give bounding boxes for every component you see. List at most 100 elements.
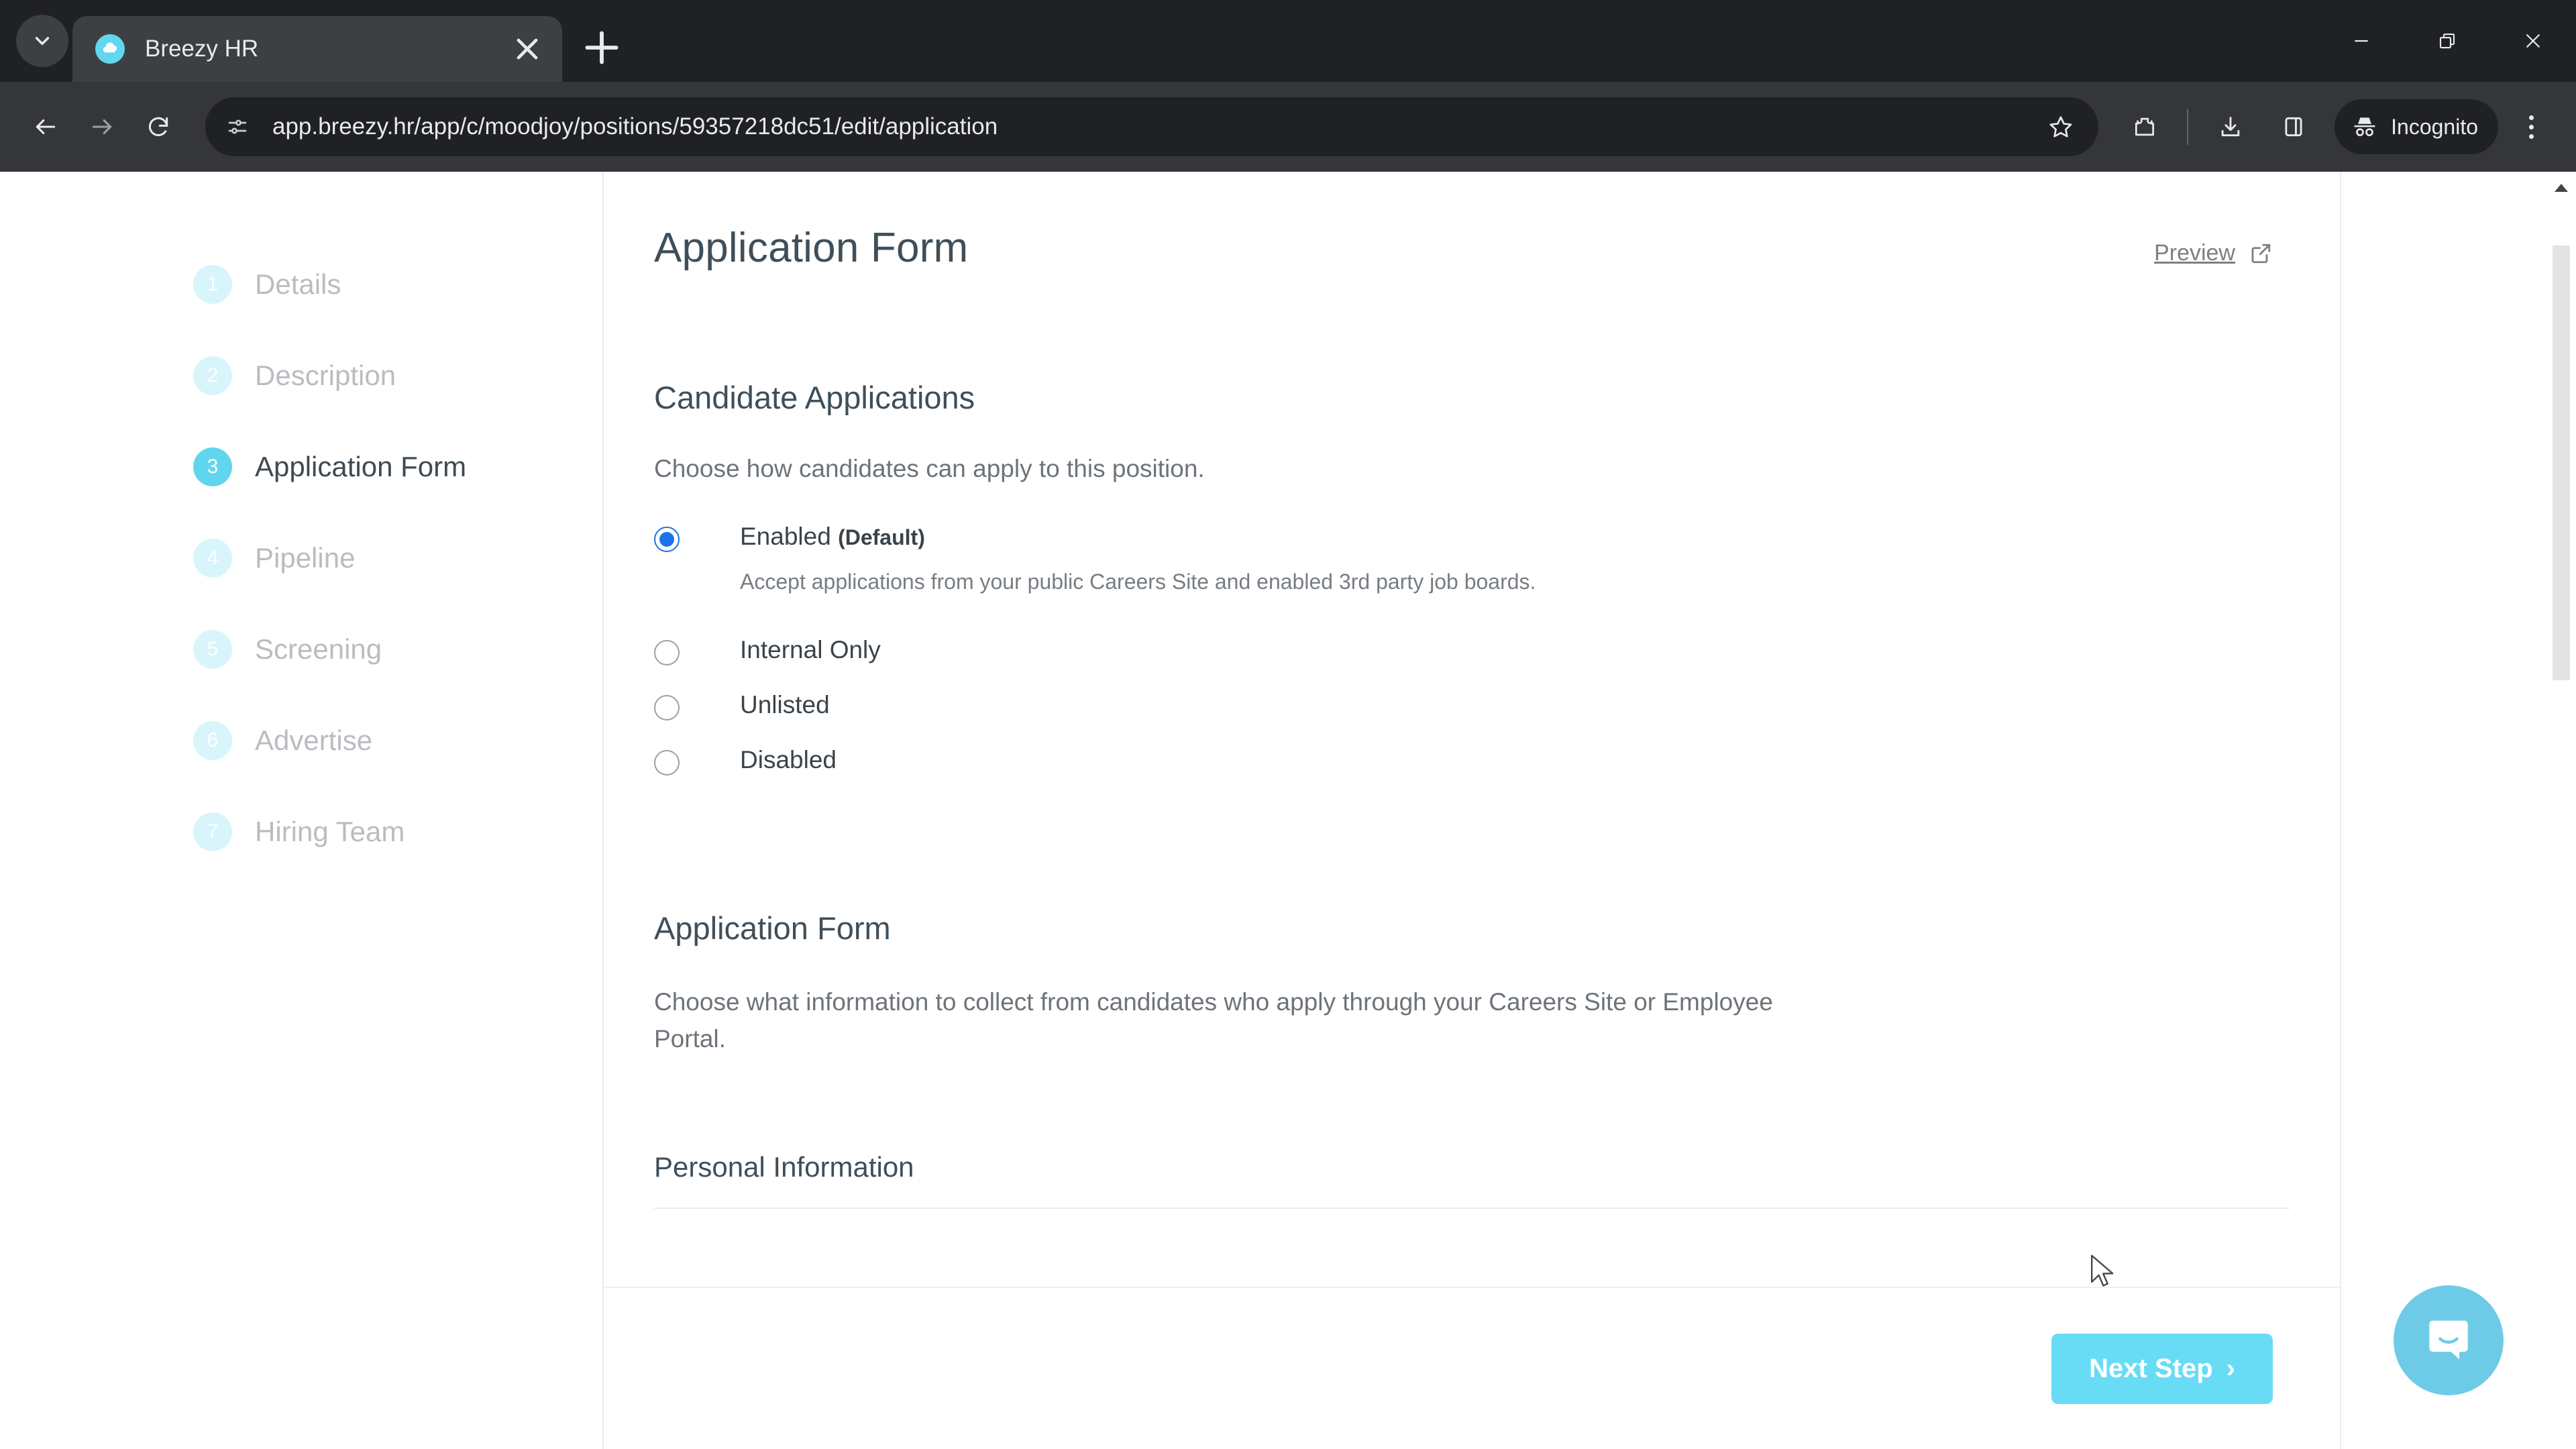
incognito-indicator[interactable]: Incognito xyxy=(2334,99,2498,154)
radio-option-enabled[interactable]: Enabled (Default) Accept applications fr… xyxy=(654,523,2290,594)
radio-indicator[interactable] xyxy=(654,526,680,552)
url-text: app.breezy.hr/app/c/moodjoy/positions/59… xyxy=(272,113,998,140)
preview-label: Preview xyxy=(2154,240,2235,266)
content-inner: Application Form Preview Candidate Appli… xyxy=(604,172,2340,1210)
sidebar-item-label: Description xyxy=(255,360,396,391)
subsection-divider xyxy=(654,1208,2290,1210)
scrollbar-up-arrow[interactable] xyxy=(2546,176,2576,200)
step-number: 3 xyxy=(193,447,232,486)
radio-option-internal-only[interactable]: Internal Only xyxy=(654,636,2290,665)
scrollbar-thumb[interactable] xyxy=(2553,246,2570,680)
page-viewport: 1 Details 2 Description 3 Application Fo… xyxy=(0,172,2576,1449)
sidebar-item-application-form[interactable]: 3 Application Form xyxy=(0,421,602,513)
step-number: 6 xyxy=(193,721,232,760)
radio-body: Unlisted xyxy=(740,691,830,719)
restore-icon xyxy=(2439,33,2455,49)
chevron-right-icon: › xyxy=(2226,1353,2235,1383)
sidebar-item-screening[interactable]: 5 Screening xyxy=(0,604,602,695)
sidebar-item-pipeline[interactable]: 4 Pipeline xyxy=(0,513,602,604)
caret-up-icon xyxy=(2555,184,2568,192)
tab-close-icon[interactable] xyxy=(510,32,545,66)
application-visibility-radio-group: Enabled (Default) Accept applications fr… xyxy=(654,523,2290,775)
step-number: 4 xyxy=(193,539,232,578)
close-window-button[interactable] xyxy=(2490,0,2576,82)
wizard-footer: Next Step › xyxy=(604,1287,2340,1449)
radio-option-disabled[interactable]: Disabled xyxy=(654,746,2290,775)
site-settings-icon xyxy=(228,119,247,134)
bookmark-button[interactable] xyxy=(2035,101,2086,152)
back-button[interactable] xyxy=(17,99,74,155)
toolbar-divider xyxy=(2187,109,2189,145)
site-settings-button[interactable] xyxy=(213,103,262,151)
sidebar-item-label: Hiring Team xyxy=(255,816,405,847)
next-step-label: Next Step xyxy=(2089,1353,2213,1383)
application-form-section: Application Form Choose what information… xyxy=(604,910,2340,1184)
radio-indicator[interactable] xyxy=(654,749,680,775)
radio-default-badge: (Default) xyxy=(838,525,925,549)
downloads-button[interactable] xyxy=(2204,101,2257,153)
radio-label: Unlisted xyxy=(740,690,830,718)
radio-indicator[interactable] xyxy=(654,639,680,665)
three-dots-menu-icon xyxy=(2528,115,2534,120)
arrow-left-icon xyxy=(36,119,56,135)
candidate-applications-section: Candidate Applications Choose how candid… xyxy=(604,379,2340,775)
breezy-cloud-icon xyxy=(95,34,125,64)
radio-body: Internal Only xyxy=(740,636,881,664)
intercom-chat-icon xyxy=(2429,1320,2468,1360)
forward-button[interactable] xyxy=(74,99,130,155)
arrow-right-icon xyxy=(92,119,112,135)
radio-label: Enabled (Default) xyxy=(740,523,1536,551)
radio-label: Disabled xyxy=(740,745,837,773)
browser-toolbar: app.breezy.hr/app/c/moodjoy/positions/59… xyxy=(0,82,2576,172)
step-number: 7 xyxy=(193,812,232,851)
external-link-icon xyxy=(2251,244,2271,263)
browser-menu-button[interactable] xyxy=(2506,99,2556,154)
reload-button[interactable] xyxy=(130,99,186,155)
minimize-button[interactable] xyxy=(2318,0,2404,82)
tab-search-button[interactable] xyxy=(16,15,68,67)
step-number: 1 xyxy=(193,265,232,304)
radio-sublabel: Accept applications from your public Car… xyxy=(740,569,1536,594)
next-step-button[interactable]: Next Step › xyxy=(2051,1333,2273,1404)
sidebar-item-label: Screening xyxy=(255,633,382,665)
tab-strip: Breezy HR xyxy=(0,0,2576,82)
section-title: Application Form xyxy=(654,910,891,946)
close-icon xyxy=(2526,34,2540,48)
sidebar-item-advertise[interactable]: 6 Advertise xyxy=(0,695,602,786)
radio-label-text: Enabled xyxy=(740,522,831,550)
sidebar-item-label: Details xyxy=(255,268,341,300)
content-header: Application Form Preview xyxy=(604,224,2340,272)
page-title: Application Form xyxy=(654,225,969,271)
radio-body: Enabled (Default) Accept applications fr… xyxy=(740,523,1536,594)
radio-option-unlisted[interactable]: Unlisted xyxy=(654,691,2290,720)
browser-window: Breezy HR app.breezy.hr/app/c/moodjoy/po… xyxy=(0,0,2576,1449)
sidebar-item-label: Advertise xyxy=(255,724,373,756)
page-scrollbar[interactable] xyxy=(2546,172,2576,1449)
wizard-sidebar: 1 Details 2 Description 3 Application Fo… xyxy=(0,172,604,1449)
browser-tab[interactable]: Breezy HR xyxy=(72,16,562,82)
side-panel-button[interactable] xyxy=(2267,101,2320,153)
sidebar-item-hiring-team[interactable]: 7 Hiring Team xyxy=(0,786,602,877)
right-gutter xyxy=(2341,172,2576,1449)
restore-button[interactable] xyxy=(2404,0,2490,82)
personal-information-subsection-title: Personal Information xyxy=(654,1151,914,1183)
chevron-down-icon xyxy=(35,37,50,45)
extensions-puzzle-icon xyxy=(2135,117,2155,136)
sidebar-item-details[interactable]: 1 Details xyxy=(0,239,602,330)
step-number: 2 xyxy=(193,356,232,395)
preview-button[interactable]: Preview xyxy=(2154,240,2273,266)
tab-title: Breezy HR xyxy=(145,36,259,62)
new-tab-button[interactable] xyxy=(577,23,627,72)
section-description: Choose how candidates can apply to this … xyxy=(654,455,1205,482)
section-description: Choose what information to collect from … xyxy=(654,987,1773,1053)
address-bar[interactable]: app.breezy.hr/app/c/moodjoy/positions/59… xyxy=(205,97,2099,156)
page-content: 1 Details 2 Description 3 Application Fo… xyxy=(0,172,2576,1449)
reload-icon xyxy=(148,117,168,136)
sidebar-item-label: Pipeline xyxy=(255,542,356,574)
radio-body: Disabled xyxy=(740,746,837,774)
sidebar-item-description[interactable]: 2 Description xyxy=(0,330,602,421)
intercom-messenger-button[interactable] xyxy=(2394,1285,2504,1395)
extensions-button[interactable] xyxy=(2118,101,2171,153)
radio-indicator[interactable] xyxy=(654,694,680,720)
incognito-hat-icon xyxy=(2354,117,2375,136)
